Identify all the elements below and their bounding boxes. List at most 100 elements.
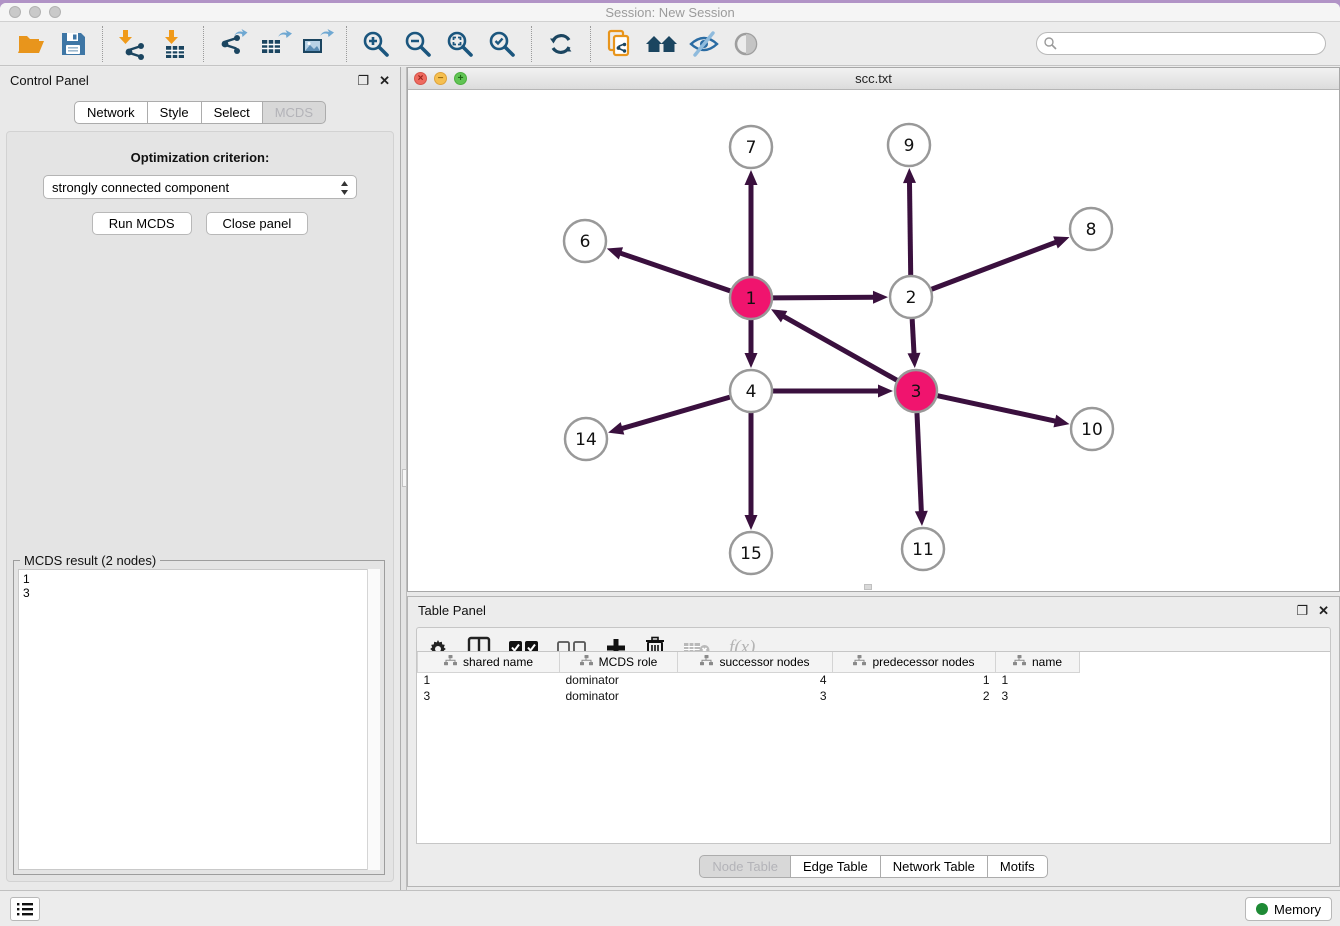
network-graph[interactable]: 7968124314101511 bbox=[408, 90, 1339, 591]
edge-2-3[interactable] bbox=[912, 319, 914, 355]
global-search-input[interactable] bbox=[1036, 32, 1326, 55]
edge-3-10[interactable] bbox=[938, 396, 1057, 422]
edge-4-14[interactable] bbox=[621, 397, 730, 429]
edge-2-9[interactable] bbox=[909, 181, 910, 275]
edge-arrow-2-3 bbox=[907, 353, 920, 368]
table-cell[interactable]: dominator bbox=[560, 688, 678, 704]
titlebar: Session: New Session bbox=[0, 3, 1340, 22]
table-cell[interactable]: 3 bbox=[996, 688, 1080, 704]
table-cell[interactable]: 3 bbox=[678, 688, 833, 704]
table-row[interactable]: 3dominator323 bbox=[418, 688, 1080, 704]
result-scrollbar[interactable] bbox=[367, 569, 380, 870]
refresh-icon[interactable] bbox=[544, 27, 578, 61]
column-header-name[interactable]: name bbox=[996, 652, 1080, 672]
zoom-in-icon[interactable] bbox=[359, 27, 393, 61]
graph-node-label-4: 4 bbox=[746, 382, 757, 402]
network-canvas[interactable]: 7968124314101511 bbox=[408, 90, 1339, 591]
node-table: shared nameMCDS rolesuccessor nodesprede… bbox=[416, 651, 1331, 844]
graph-node-label-10: 10 bbox=[1081, 420, 1103, 440]
column-header-MCDS-role[interactable]: MCDS role bbox=[560, 652, 678, 672]
edge-3-11[interactable] bbox=[917, 413, 921, 513]
tab-style[interactable]: Style bbox=[148, 101, 202, 124]
column-header-shared-name[interactable]: shared name bbox=[418, 652, 560, 672]
mcds-panel: Optimization criterion: strongly connect… bbox=[6, 131, 394, 882]
graph-node-label-1: 1 bbox=[746, 289, 757, 309]
home-neighbors-icon[interactable] bbox=[645, 27, 679, 61]
import-network-icon[interactable] bbox=[115, 27, 149, 61]
edge-arrow-3-10 bbox=[1053, 415, 1069, 428]
window-title: Session: New Session bbox=[0, 5, 1340, 20]
import-table-icon[interactable] bbox=[157, 27, 191, 61]
edge-arrow-2-9 bbox=[903, 168, 916, 183]
mcds-result-text[interactable]: 1 3 bbox=[18, 569, 380, 870]
edge-3-1[interactable] bbox=[782, 316, 896, 381]
edge-1-2[interactable] bbox=[773, 297, 875, 298]
tab-network[interactable]: Network bbox=[74, 101, 148, 124]
graph-node-label-9: 9 bbox=[904, 136, 915, 156]
table-tab-motifs[interactable]: Motifs bbox=[988, 855, 1048, 878]
optimization-criterion-select[interactable]: strongly connected component bbox=[43, 175, 357, 199]
zoom-selected-icon[interactable] bbox=[485, 27, 519, 61]
graph-node-label-3: 3 bbox=[911, 382, 922, 402]
graph-node-label-7: 7 bbox=[746, 138, 757, 158]
table-panel-title: Table Panel bbox=[418, 603, 486, 618]
export-network-icon[interactable] bbox=[216, 27, 250, 61]
edge-arrow-3-11 bbox=[915, 511, 928, 526]
table-cell[interactable]: 1 bbox=[833, 672, 996, 688]
network-window-title: scc.txt bbox=[408, 71, 1339, 86]
table-tabs: Node TableEdge TableNetwork TableMotifs bbox=[408, 855, 1339, 878]
tab-mcds[interactable]: MCDS bbox=[263, 101, 326, 124]
edge-arrow-1-2 bbox=[873, 291, 888, 304]
toolbar-separator bbox=[203, 26, 204, 62]
main-toolbar bbox=[0, 22, 1340, 66]
column-sort-icon bbox=[444, 655, 457, 669]
toolbar-separator bbox=[531, 26, 532, 62]
control-panel-title: Control Panel bbox=[10, 73, 89, 88]
mcds-result-group: MCDS result (2 nodes) 1 3 bbox=[13, 560, 385, 875]
control-panel-tabs: NetworkStyleSelectMCDS bbox=[0, 101, 400, 124]
table-cell[interactable]: 4 bbox=[678, 672, 833, 688]
float-table-panel-icon[interactable]: ❐ bbox=[1296, 604, 1308, 617]
status-bar: Memory bbox=[0, 890, 1340, 926]
column-header-successor-nodes[interactable]: successor nodes bbox=[678, 652, 833, 672]
open-session-icon[interactable] bbox=[14, 27, 48, 61]
close-panel-button[interactable]: Close panel bbox=[206, 212, 309, 235]
export-table-icon[interactable] bbox=[258, 27, 292, 61]
column-header-predecessor-nodes[interactable]: predecessor nodes bbox=[833, 652, 996, 672]
canvas-scroll-grip[interactable] bbox=[864, 584, 872, 590]
control-panel: Control Panel ❐ ✕ NetworkStyleSelectMCDS… bbox=[0, 67, 400, 890]
run-mcds-button[interactable]: Run MCDS bbox=[92, 212, 192, 235]
close-panel-icon[interactable]: ✕ bbox=[379, 74, 390, 87]
network-window: × − + scc.txt 7968124314101511 bbox=[407, 67, 1340, 592]
table-cell[interactable]: dominator bbox=[560, 672, 678, 688]
panel-splitter[interactable] bbox=[400, 67, 407, 890]
table-cell[interactable]: 2 bbox=[833, 688, 996, 704]
edge-1-6[interactable] bbox=[619, 253, 730, 291]
zoom-out-icon[interactable] bbox=[401, 27, 435, 61]
memory-button[interactable]: Memory bbox=[1245, 897, 1332, 921]
table-tab-network-table[interactable]: Network Table bbox=[881, 855, 988, 878]
close-table-panel-icon[interactable]: ✕ bbox=[1318, 604, 1329, 617]
export-image-icon[interactable] bbox=[300, 27, 334, 61]
table-tab-node-table[interactable]: Node Table bbox=[699, 855, 791, 878]
graph-node-label-15: 15 bbox=[740, 544, 762, 564]
float-panel-icon[interactable]: ❐ bbox=[357, 74, 369, 87]
tab-select[interactable]: Select bbox=[202, 101, 263, 124]
table-row[interactable]: 1dominator411 bbox=[418, 672, 1080, 688]
column-sort-icon bbox=[580, 655, 593, 669]
graph-node-label-14: 14 bbox=[575, 430, 597, 450]
show-graphics-details-icon[interactable] bbox=[729, 27, 763, 61]
table-cell[interactable]: 3 bbox=[418, 688, 560, 704]
table-tab-edge-table[interactable]: Edge Table bbox=[791, 855, 881, 878]
copy-network-icon[interactable] bbox=[603, 27, 637, 61]
zoom-fit-icon[interactable] bbox=[443, 27, 477, 61]
toolbar-separator bbox=[102, 26, 103, 62]
table-cell[interactable]: 1 bbox=[418, 672, 560, 688]
task-history-button[interactable] bbox=[10, 897, 40, 921]
table-cell[interactable]: 1 bbox=[996, 672, 1080, 688]
edge-arrow-4-3 bbox=[878, 385, 893, 398]
hide-selected-icon[interactable] bbox=[687, 27, 721, 61]
edge-2-8[interactable] bbox=[932, 242, 1058, 290]
toolbar-separator bbox=[590, 26, 591, 62]
save-session-icon[interactable] bbox=[56, 27, 90, 61]
